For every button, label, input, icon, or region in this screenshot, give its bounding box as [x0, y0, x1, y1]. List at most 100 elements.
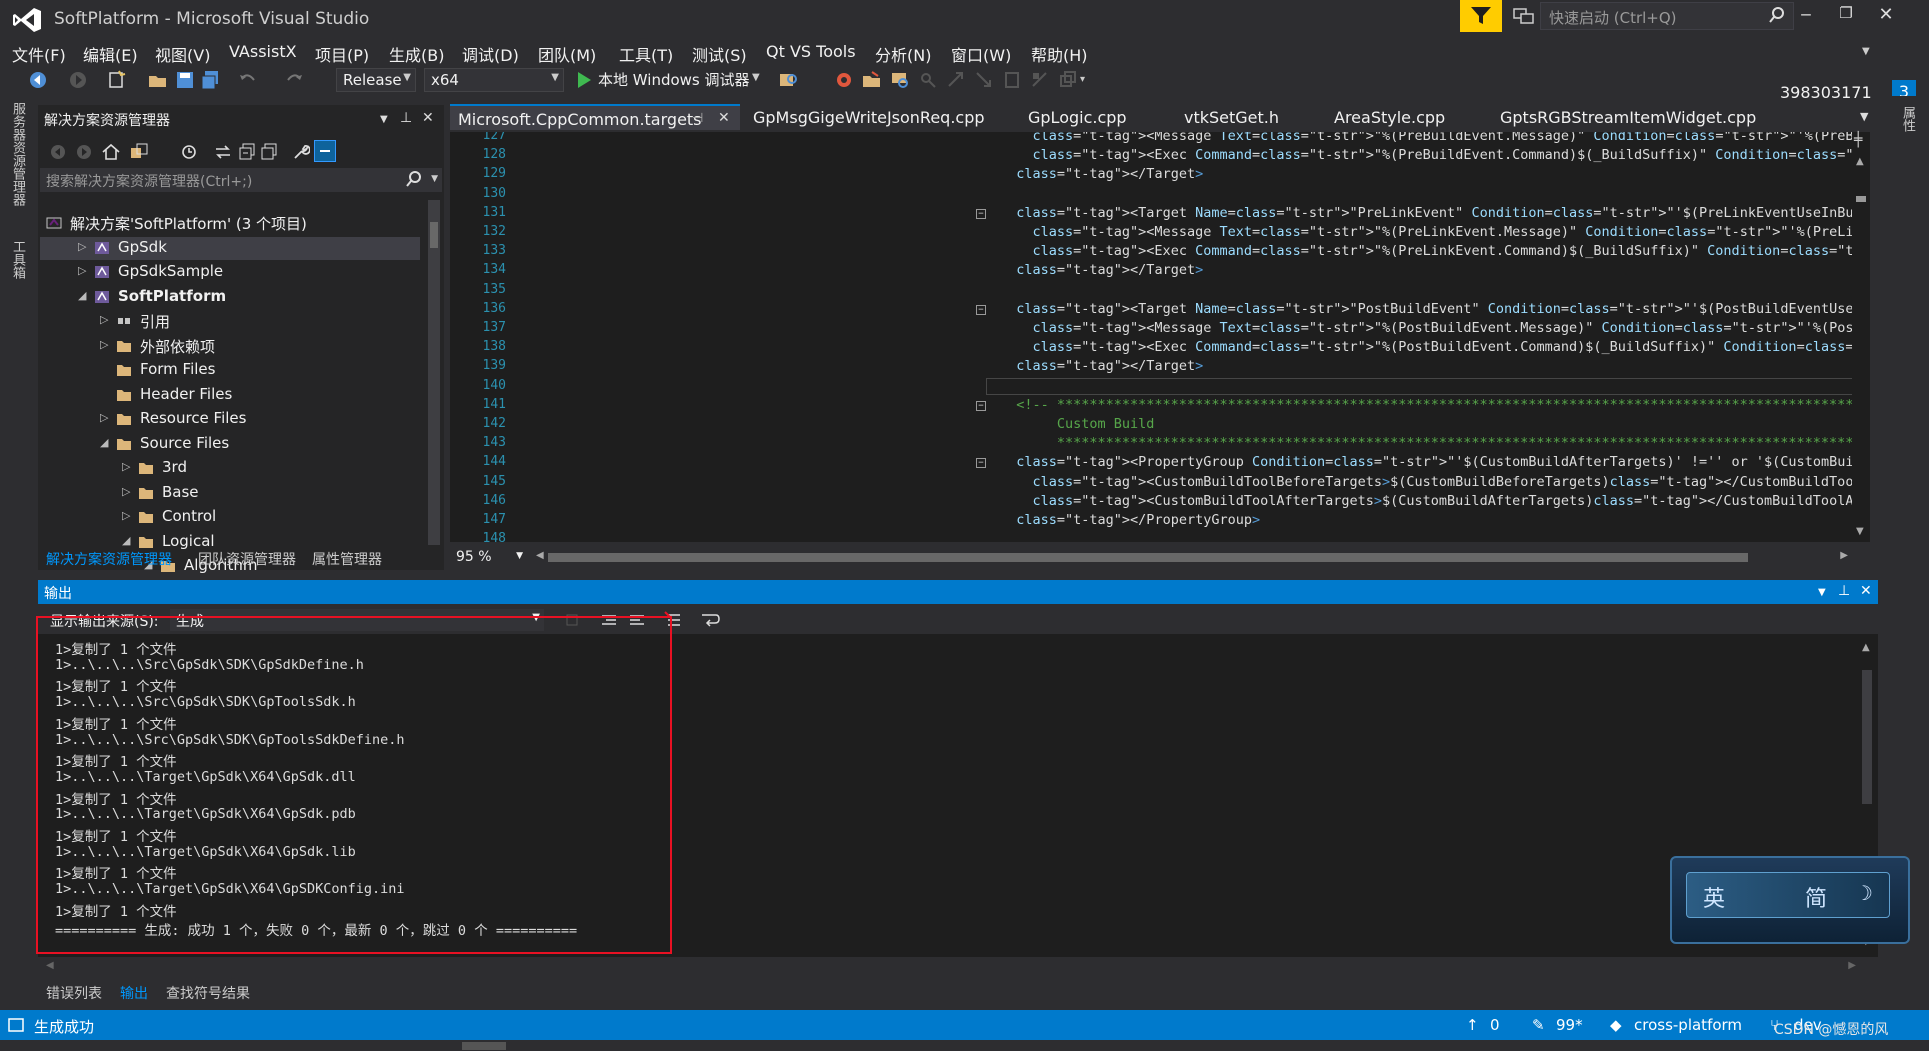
start-debugging-icon[interactable]	[574, 70, 594, 90]
tree-item[interactable]: ◢ Source Files	[40, 433, 420, 456]
code-editor[interactable]: 127 class="t-tag"><Message Text=class="t…	[450, 132, 1870, 542]
tab-gptsrgbstreamitemwidget[interactable]: GptsRGBStreamItemWidget.cpp	[1492, 104, 1764, 130]
tree-item[interactable]: ▷ Resource Files	[40, 408, 420, 431]
scroll-down-icon[interactable]: ▼	[1856, 526, 1864, 537]
sync-icon[interactable]	[214, 143, 232, 161]
history-icon[interactable]	[180, 143, 198, 161]
menu-view[interactable]: 视图(V)	[155, 42, 210, 66]
expand-arrow-icon[interactable]: ▷	[100, 313, 108, 326]
split-editor-icon[interactable]: ╪	[1854, 132, 1862, 148]
panel-dropdown-icon[interactable]: ▼	[1818, 587, 1826, 598]
tree-item[interactable]: Header Files	[40, 384, 420, 407]
expand-arrow-icon[interactable]: ▷	[100, 338, 108, 351]
pin-icon[interactable]: ⊥	[400, 110, 412, 126]
save-icon[interactable]	[175, 70, 195, 90]
menu-window[interactable]: 窗口(W)	[951, 42, 1011, 66]
switch-views-icon[interactable]	[130, 143, 148, 161]
feedback-icon[interactable]	[1512, 6, 1536, 26]
tab-overflow-icon[interactable]: ▼	[1860, 110, 1868, 123]
platform-select[interactable]: x64 ▼	[424, 68, 564, 92]
panel-dropdown-icon[interactable]: ▼	[380, 114, 388, 125]
ime-language-bar[interactable]: 英 简 ☽	[1670, 856, 1910, 944]
properties-wrench-icon[interactable]	[292, 143, 310, 161]
minimize-button[interactable]: ‒	[1786, 4, 1826, 30]
menu-debug[interactable]: 调试(D)	[462, 42, 519, 66]
fold-toggle-icon[interactable]: −	[976, 208, 986, 219]
build-icon[interactable]	[834, 70, 854, 90]
fold-toggle-icon[interactable]: −	[976, 458, 986, 469]
editor-horizontal-thumb[interactable]	[548, 553, 1748, 562]
expand-arrow-icon[interactable]: ▷	[100, 411, 108, 424]
quick-launch-input[interactable]: 快速启动 (Ctrl+Q)	[1540, 2, 1794, 30]
rail-toolbox[interactable]: 工具箱	[8, 240, 27, 279]
menu-qt-vs-tools[interactable]: Qt VS Tools	[766, 42, 856, 61]
menu-file[interactable]: 文件(F)	[12, 42, 66, 66]
solution-tree-scroll-thumb[interactable]	[430, 222, 438, 248]
scroll-left-icon[interactable]: ◀	[46, 960, 54, 971]
collapse-arrow-icon[interactable]: ◢	[122, 534, 130, 547]
tab-solution-explorer[interactable]: 解决方案资源管理器	[46, 549, 172, 569]
tab-gpmsggigewritejsonreq[interactable]: GpMsgGigeWriteJsonReq.cpp	[745, 104, 993, 130]
collapse-arrow-icon[interactable]: ◢	[78, 289, 86, 302]
tree-item[interactable]: ▷ GpSdkSample	[40, 261, 420, 284]
home-icon[interactable]	[102, 143, 120, 161]
forward-icon[interactable]	[76, 144, 92, 160]
show-all-files-icon[interactable]	[260, 143, 278, 161]
new-project-icon[interactable]	[106, 70, 126, 90]
tab-areastyle[interactable]: AreaStyle.cpp	[1326, 104, 1453, 130]
pin-icon[interactable]: ⊥	[1838, 583, 1850, 599]
pin-tab-icon[interactable]: ⊣	[692, 111, 703, 126]
tree-item[interactable]: ◢ SoftPlatform	[40, 286, 420, 309]
debugger-dropdown-icon[interactable]: ▼	[752, 72, 760, 83]
resize-grip[interactable]	[462, 1042, 506, 1050]
save-all-icon[interactable]	[200, 70, 220, 90]
scroll-up-icon[interactable]: ▲	[1856, 156, 1864, 167]
tree-item[interactable]: ▷ 引用	[40, 310, 420, 333]
ime-language-toggle[interactable]: 英	[1703, 881, 1725, 913]
rail-server-explorer[interactable]: 服务器资源管理器	[8, 102, 27, 206]
menu-help[interactable]: 帮助(H)	[1031, 42, 1088, 66]
expand-arrow-icon[interactable]: ▷	[122, 485, 130, 498]
tab-team-explorer[interactable]: 团队资源管理器	[198, 549, 296, 569]
tab-property-manager[interactable]: 属性管理器	[312, 549, 382, 569]
moon-icon[interactable]: ☽	[1855, 881, 1873, 905]
find-in-files-icon[interactable]	[778, 70, 798, 90]
menu-analyze[interactable]: 分析(N)	[875, 42, 931, 66]
open-folder-icon[interactable]	[148, 70, 168, 90]
close-window-button[interactable]: ✕	[1866, 4, 1906, 30]
restore-button[interactable]: ❐	[1826, 4, 1866, 30]
close-panel-icon[interactable]: ✕	[422, 110, 434, 126]
expand-arrow-icon[interactable]: ▷	[122, 509, 130, 522]
menu-project[interactable]: 项目(P)	[315, 42, 369, 66]
fold-toggle-icon[interactable]: −	[976, 400, 986, 411]
tree-item[interactable]: ▷ Base	[40, 482, 420, 505]
menu-tools[interactable]: 工具(T)	[619, 42, 673, 66]
menu-edit[interactable]: 编辑(E)	[83, 42, 138, 66]
collapse-arrow-icon[interactable]: ◢	[100, 436, 108, 449]
account-dropdown-icon[interactable]: ▼	[1862, 46, 1870, 57]
solution-tree-scrollbar[interactable]	[428, 200, 440, 545]
word-wrap-icon[interactable]	[700, 611, 720, 629]
configuration-select[interactable]: Release ▼	[336, 68, 416, 92]
notification-button[interactable]	[1460, 0, 1502, 32]
disabled-window-icon[interactable]	[1058, 70, 1078, 90]
disabled-tool-icon[interactable]	[918, 70, 938, 90]
menu-build[interactable]: 生成(B)	[389, 42, 444, 66]
fold-toggle-icon[interactable]: −	[976, 304, 986, 315]
collapse-all-icon[interactable]	[238, 143, 256, 161]
debugger-target-button[interactable]: 本地 Windows 调试器	[598, 69, 750, 90]
tree-item[interactable]: ▷ Control	[40, 506, 420, 529]
redo-icon[interactable]	[284, 70, 304, 90]
menu-team[interactable]: 团队(M)	[538, 42, 596, 66]
status-up-count[interactable]: 0	[1490, 1016, 1500, 1034]
toolbar-overflow-icon[interactable]: ▾	[1080, 74, 1085, 85]
disabled-comment-icon[interactable]	[1030, 70, 1050, 90]
expand-arrow-icon[interactable]: ▷	[78, 264, 86, 277]
scroll-up-icon[interactable]: ▲	[1862, 642, 1870, 653]
back-icon[interactable]	[50, 144, 66, 160]
tab-gplogic[interactable]: GpLogic.cpp	[1020, 104, 1135, 130]
tree-item[interactable]: ▷ GpSdk	[40, 236, 420, 260]
menu-vassistx[interactable]: VAssistX	[229, 42, 297, 61]
editor-vertical-scrollbar[interactable]: ╪ ▲ ▼	[1852, 132, 1870, 542]
close-panel-icon[interactable]: ✕	[1860, 583, 1872, 599]
